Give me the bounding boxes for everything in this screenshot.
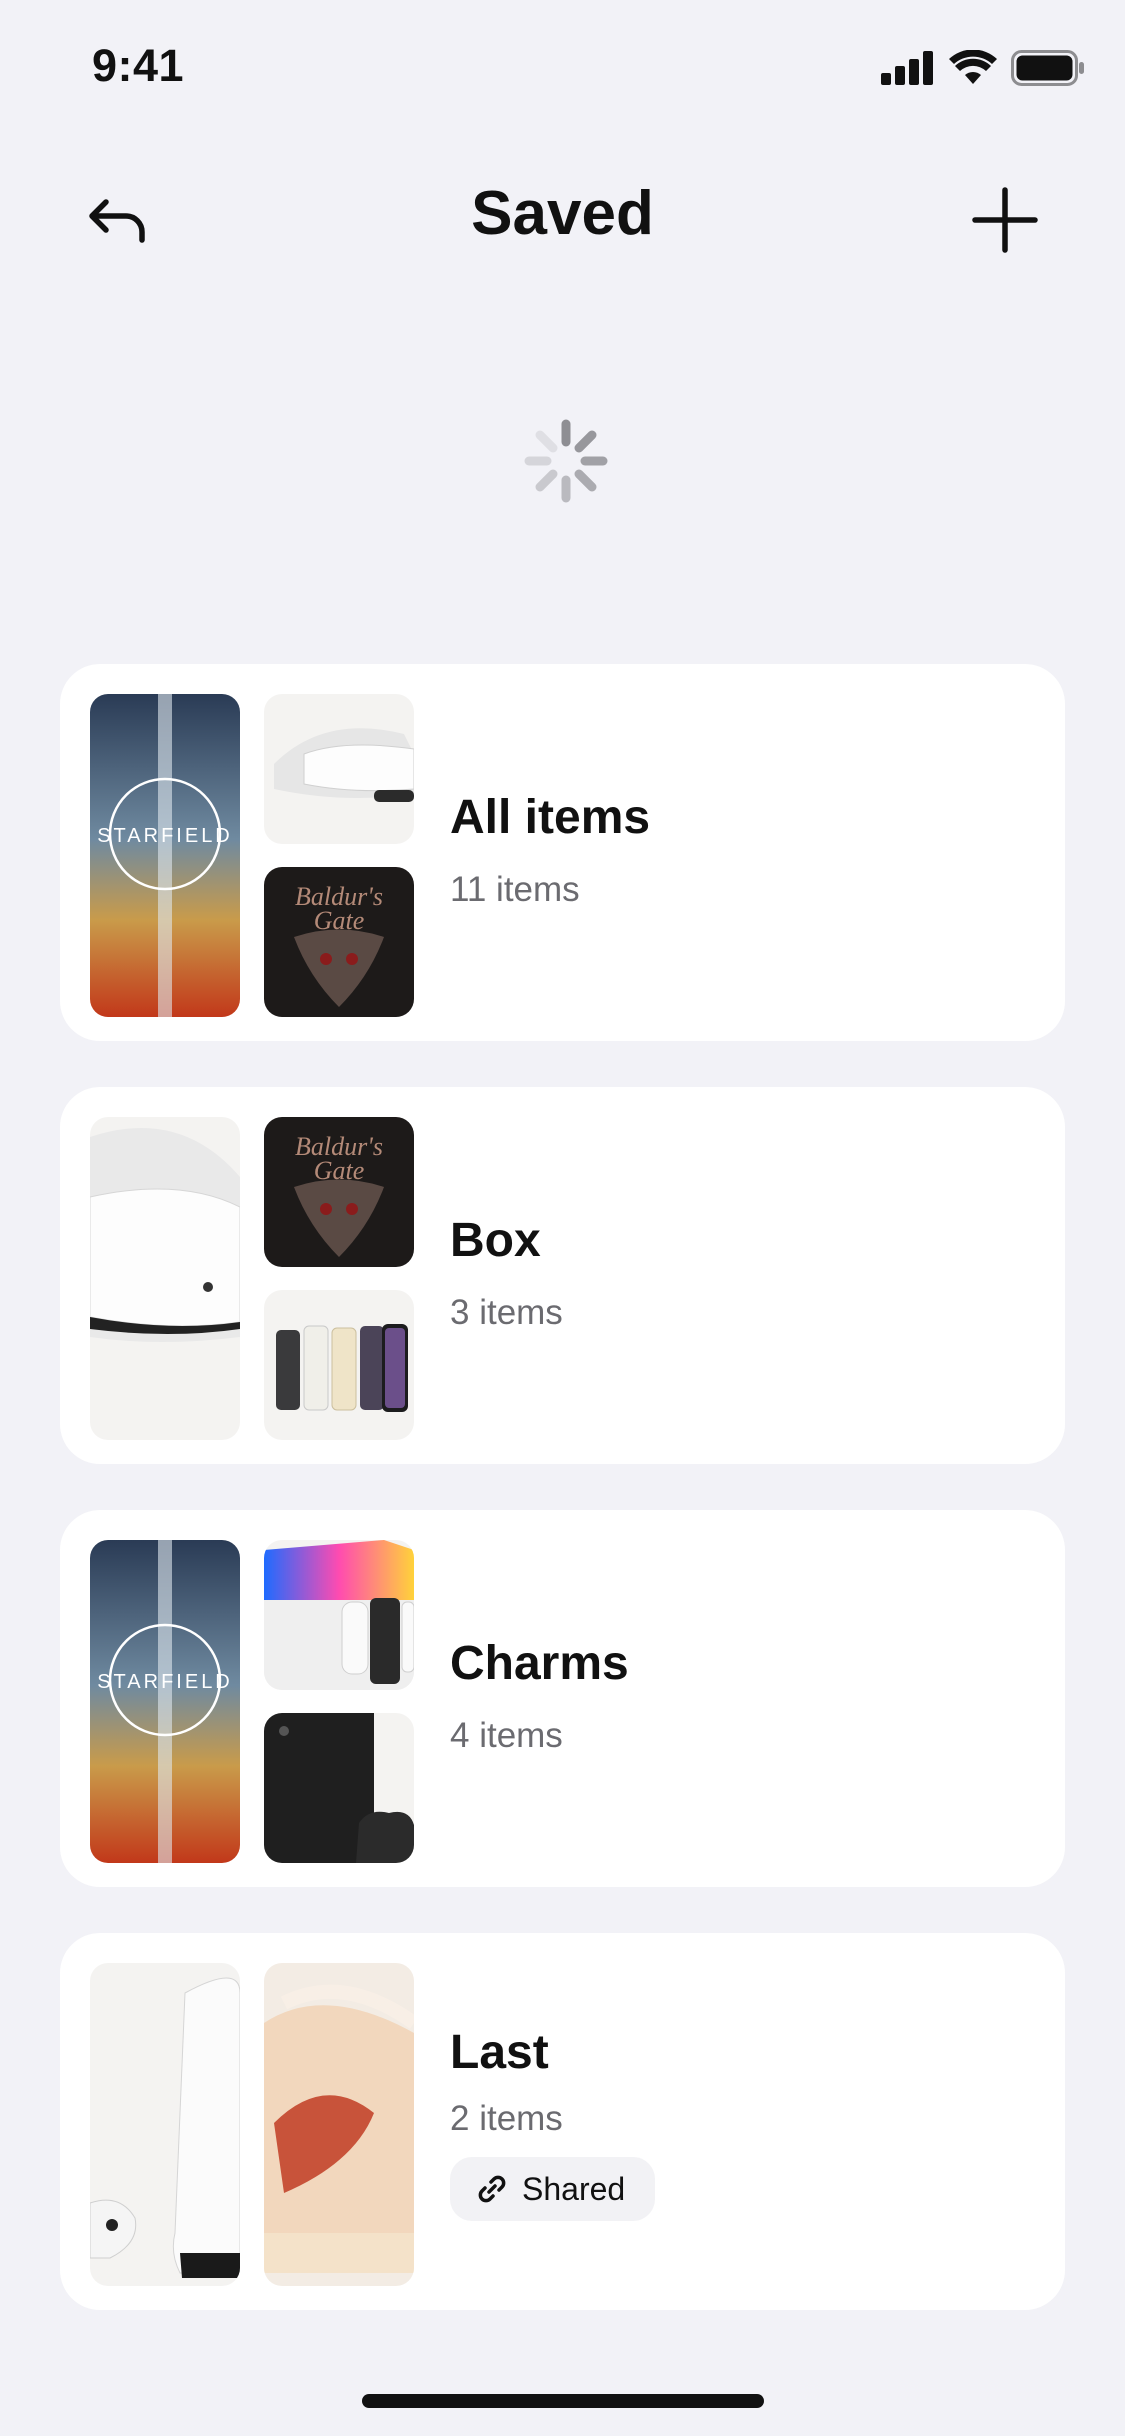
wifi-icon — [949, 50, 997, 84]
saved-screen: 9:41 Saved STARFIELD Baldur's Gate All i… — [0, 0, 1125, 2436]
status-time: 9:41 — [92, 40, 185, 91]
svg-text:STARFIELD: STARFIELD — [97, 1671, 233, 1693]
sneaker-thumbnail — [264, 1963, 414, 2286]
svg-text:STARFIELD: STARFIELD — [97, 825, 233, 847]
baldurs-gate-thumbnail: Baldur's Gate — [264, 1117, 414, 1267]
phones-thumbnail — [264, 1290, 414, 1440]
collection-count: 2 items — [450, 2099, 563, 2138]
collection-title: Last — [450, 2026, 549, 2079]
plus-icon — [972, 187, 1038, 253]
add-collection-button[interactable] — [965, 180, 1045, 260]
collection-card-box[interactable]: Baldur's Gate Box 3 items — [60, 1087, 1065, 1464]
vr-headset-thumbnail — [264, 694, 414, 844]
baldurs-gate-thumbnail: Baldur's Gate — [264, 867, 414, 1017]
collection-card-charms[interactable]: STARFIELD Charms 4 items — [60, 1510, 1065, 1887]
shared-badge-label: Shared — [522, 2170, 626, 2207]
spinner-icon — [524, 419, 608, 503]
home-indicator — [362, 2394, 764, 2408]
link-icon — [478, 2175, 506, 2203]
cellular-signal-icon — [881, 51, 933, 85]
collection-title: Box — [450, 1214, 541, 1267]
collection-count: 11 items — [450, 870, 580, 909]
collection-count: 3 items — [450, 1293, 563, 1332]
battery-icon — [1011, 50, 1084, 86]
collection-card-last[interactable]: Last 2 items Shared — [60, 1933, 1065, 2310]
collection-card-all-items[interactable]: STARFIELD Baldur's Gate All items 11 ite… — [60, 664, 1065, 1041]
shared-badge[interactable]: Shared — [450, 2157, 656, 2221]
switch-console-thumbnail — [264, 1540, 414, 1690]
status-icons — [881, 48, 1085, 88]
xbox-console-thumbnail — [264, 1713, 414, 1863]
collection-count: 4 items — [450, 1716, 563, 1755]
ps5-console-thumbnail — [90, 1963, 240, 2286]
vr-headset-thumbnail — [90, 1117, 240, 1440]
collection-title: Charms — [450, 1637, 629, 1690]
collection-title: All items — [450, 791, 651, 844]
starfield-thumbnail: STARFIELD — [90, 1540, 240, 1863]
starfield-thumbnail: STARFIELD — [90, 694, 240, 1017]
page-title: Saved — [471, 179, 654, 248]
